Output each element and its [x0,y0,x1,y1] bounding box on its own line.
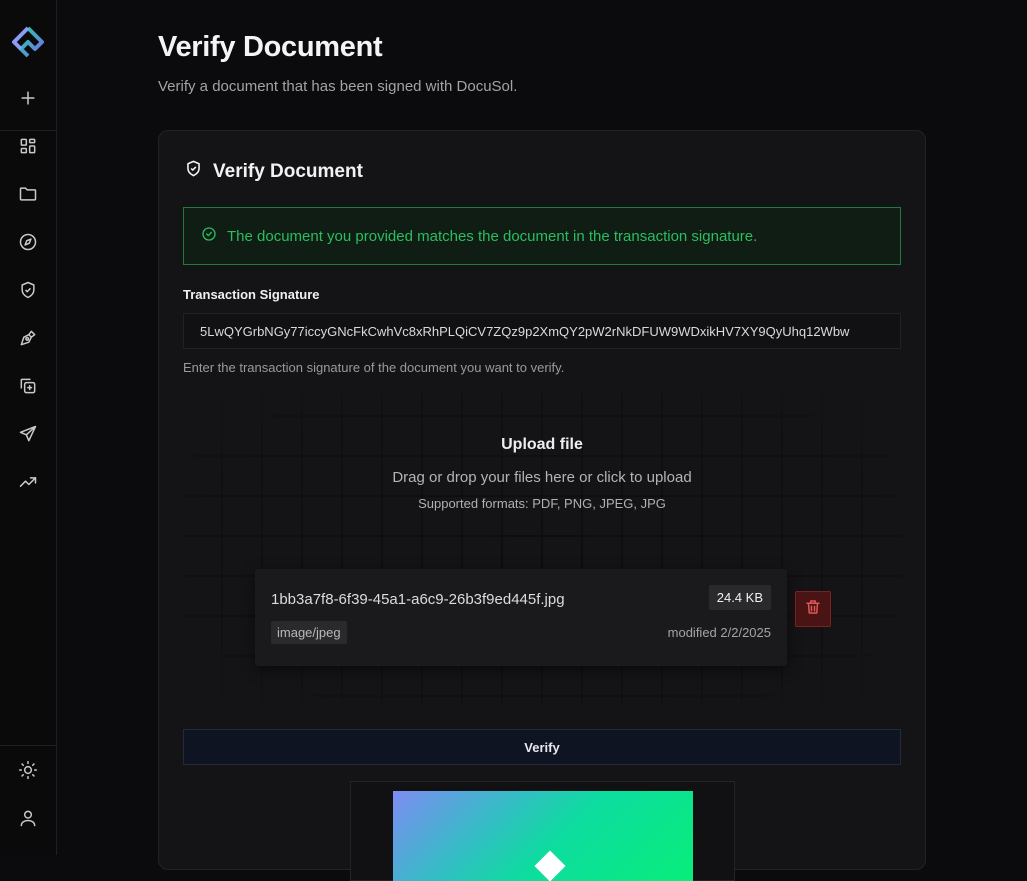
folder-icon[interactable] [12,178,44,210]
sun-icon[interactable] [12,754,44,786]
card-title-text: Verify Document [213,160,363,182]
docusol-logo-icon[interactable] [9,24,47,62]
copy-plus-icon[interactable] [12,370,44,402]
uploaded-file-card: 1bb3a7f8-6f39-45a1-a6c9-26b3f9ed445f.jpg… [255,569,787,666]
page-subtitle: Verify a document that has been signed w… [158,78,518,95]
signature-input[interactable] [183,313,901,349]
shield-check-icon [184,159,203,184]
shield-check-icon[interactable] [12,274,44,306]
verify-button[interactable]: Verify [183,729,901,765]
upload-title: Upload file [501,436,583,453]
verify-card: Verify Document The document you provide… [158,130,926,881]
preview-image [393,791,693,881]
signature-hint: Enter the transaction signature of the d… [183,360,565,375]
sidebar-divider [0,745,57,746]
success-alert: The document you provided matches the do… [183,207,901,265]
file-size-badge: 24.4 KB [708,585,771,610]
page-title: Verify Document [158,31,383,63]
file-modified: modified 2/2/2025 [667,625,771,640]
plus-icon[interactable] [12,82,44,114]
document-preview [350,781,735,881]
upload-dropzone[interactable]: Upload file Drag or drop your files here… [183,393,901,705]
file-type-badge: image/jpeg [271,621,347,644]
pen-tool-icon[interactable] [12,322,44,354]
file-name: 1bb3a7f8-6f39-45a1-a6c9-26b3f9ed445f.jpg [271,591,565,608]
compass-icon[interactable] [12,226,44,258]
alert-text: The document you provided matches the do… [227,227,758,245]
grid-icon[interactable] [12,130,44,162]
sidebar [0,0,57,855]
upload-formats: Supported formats: PDF, PNG, JPEG, JPG [418,496,666,511]
check-circle-icon [201,226,217,246]
card-title: Verify Document [184,159,363,184]
trash-icon [804,598,822,621]
upload-description: Drag or drop your files here or click to… [392,469,692,486]
user-icon[interactable] [12,802,44,834]
send-icon[interactable] [12,418,44,450]
trending-up-icon[interactable] [12,466,44,498]
signature-label: Transaction Signature [183,287,320,302]
delete-file-button[interactable] [795,591,831,627]
